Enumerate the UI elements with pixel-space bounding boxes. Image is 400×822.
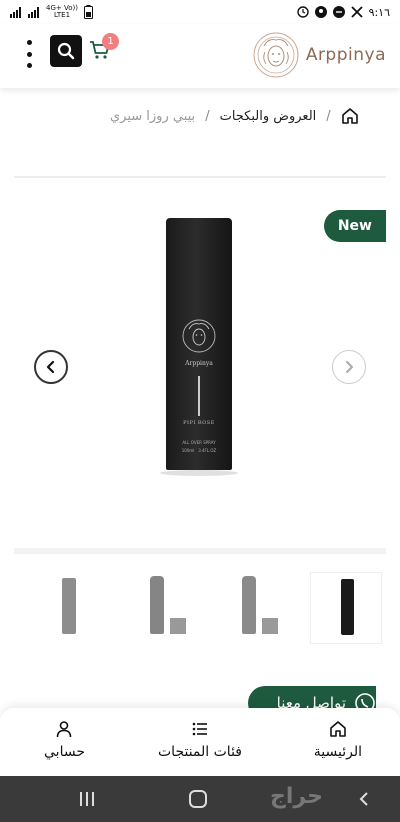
divider [14,548,386,554]
system-nav-bar: حراج [0,776,400,822]
nav-item-account[interactable]: حسابي [44,720,85,760]
list-icon [192,722,207,736]
bottle-desc: ALL OVER SPRAY [182,440,216,445]
nav-label-account: حسابي [44,744,85,760]
thumbnail-2[interactable] [222,572,294,644]
new-badge: New [323,210,386,242]
account-circle-icon [314,6,327,18]
nav-label-categories: فئات المنتجات [158,744,242,760]
more-menu-button[interactable] [22,40,36,68]
chevron-left-icon [46,360,55,374]
search-button[interactable] [50,35,82,67]
gallery-next-button[interactable] [332,350,366,384]
bottle-line [198,376,200,416]
dot-icon [26,51,32,57]
bottle-shadow [160,470,238,476]
thumbnail-4[interactable] [38,572,110,644]
alarm-icon [296,6,309,18]
thumb-cap-gray [262,618,278,634]
status-bar: 4G+ Vo)) LTE1 ٩:١٦ [0,0,400,24]
status-time: ٩:١٦ [368,5,390,19]
breadcrumb-separator: / [326,108,331,124]
minus-circle-icon [332,6,345,18]
bottle-brand: Arppinya [185,360,213,367]
thumb-bottle-gray [62,578,76,634]
nav-label-home: الرئيسية [313,744,362,760]
nav-item-categories[interactable]: فئات المنتجات [158,720,242,760]
home-icon[interactable] [341,107,359,125]
dot-icon [26,63,32,68]
back-icon[interactable] [356,791,372,807]
gallery-prev-button[interactable] [34,350,68,384]
product-gallery: New Arppinya PIPI ROSE ALL OVER SPRAY 10… [0,184,400,540]
medusa-logo-icon [253,32,299,78]
thumb-bottle-gray [242,576,256,634]
breadcrumb: / العروض والبكجات / بيبي روزا سيري [110,104,388,128]
network-type: 4G+ Vo)) LTE1 [46,4,78,19]
dot-icon [26,40,32,45]
battery-icon [83,5,93,19]
bottom-nav: الرئيسية فئات المنتجات حسابي [0,708,400,776]
app-header: 1 Arppinya [0,24,400,88]
logo-text: Arppinya [305,45,386,65]
recent-apps-icon[interactable] [78,790,96,808]
haraj-watermark: حراج [270,784,323,809]
thumbnail-3[interactable] [130,572,202,644]
product-image[interactable]: Arppinya PIPI ROSE ALL OVER SPRAY 100ml … [166,218,232,470]
breadcrumb-separator: / [205,108,210,124]
signal-icon [10,6,21,18]
thumb-bottle-gray [150,576,164,634]
bottle-medusa-icon [182,319,216,353]
status-left: 4G+ Vo)) LTE1 [10,5,93,19]
thumbnail-1[interactable] [310,572,382,644]
thumb-cap-gray [170,618,186,634]
thumbnail-strip [14,572,386,644]
tools-icon [350,6,363,18]
user-icon [57,721,72,738]
home-icon [330,721,346,737]
bottle-volume: 100ml 3.4FL.OZ [181,448,217,453]
nav-item-home[interactable]: الرئيسية [314,720,362,760]
bottle-name: PIPI ROSE [183,420,215,426]
search-icon [57,42,75,60]
thumb-bottle-black [341,579,354,635]
breadcrumb-offers-link[interactable]: العروض والبكجات [220,109,317,124]
home-button-icon[interactable] [188,789,208,809]
chevron-right-icon [346,361,353,373]
signal-icon-2 [28,6,39,18]
cart-count-badge: 1 [102,33,119,50]
breadcrumb-current: بيبي روزا سيري [110,108,196,124]
divider [14,176,386,178]
status-right: ٩:١٦ [296,5,390,19]
brand-logo[interactable]: Arppinya [252,26,386,84]
